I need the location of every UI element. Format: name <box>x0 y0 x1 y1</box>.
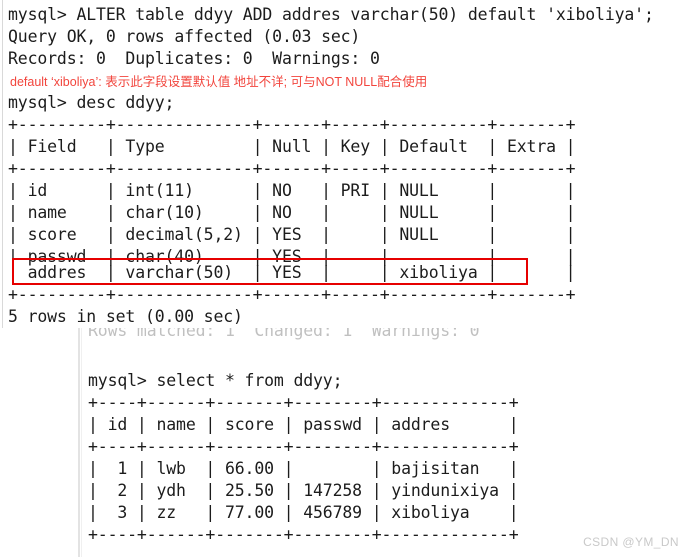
table-row: | score | decimal(5,2) | YES | | NULL | … <box>8 225 576 244</box>
csdn-watermark: CSDN @YM_DN <box>583 535 679 549</box>
table-header-row: | Field | Type | Null | Key | Default | … <box>8 137 576 156</box>
select-table-header-row: | id | name | score | passwd | addres | <box>88 415 519 434</box>
terminal-line-records: Records: 0 Duplicates: 0 Warnings: 0 <box>8 49 380 68</box>
annotation-default-value-note: default ‘xiboliya’: 表示此字段设置默认值 地址不详; 可与N… <box>10 75 428 89</box>
table-row: | 3 | zz | 77.00 | 456789 | xiboliya | <box>88 503 519 522</box>
table-row-addres: | addres | varchar(50) | YES | | xiboliy… <box>8 263 576 282</box>
select-table-border-top: +----+------+-------+--------+----------… <box>88 393 519 412</box>
terminal-line-alter-command: mysql> ALTER table ddyy ADD addres varch… <box>8 5 654 24</box>
mysql-console-lower[interactable]: Rows matched: 1 Changed: 1 Warnings: 0 m… <box>0 328 691 557</box>
lower-left-edge-rule-2 <box>81 328 82 557</box>
clipped-rows-matched-region: Rows matched: 1 Changed: 1 Warnings: 0 <box>80 328 691 342</box>
table-border-mid: +---------+--------------+------+-----+-… <box>8 159 576 178</box>
terminal-line-desc-command: mysql> desc ddyy; <box>8 93 175 112</box>
terminal-line-query-ok: Query OK, 0 rows affected (0.03 sec) <box>8 27 361 46</box>
table-row: | id | int(11) | NO | PRI | NULL | | <box>8 181 576 200</box>
lower-left-edge-rule <box>78 328 80 557</box>
terminal-line-rows-matched: Rows matched: 1 Changed: 1 Warnings: 0 <box>88 328 480 340</box>
table-row: | 2 | ydh | 25.50 | 147258 | yindunixiya… <box>88 481 519 500</box>
table-rowcount-footer: 5 rows in set (0.00 sec) <box>8 307 243 326</box>
table-row: | name | char(10) | NO | | NULL | | <box>8 203 576 222</box>
select-table-border-mid: +----+------+-------+--------+----------… <box>88 437 519 456</box>
table-border-bottom: +---------+--------------+------+-----+-… <box>8 285 576 304</box>
table-row: | 1 | lwb | 66.00 | | bajisitan | <box>88 459 519 478</box>
table-border-top: +---------+--------------+------+-----+-… <box>8 115 576 134</box>
terminal-line-select-command: mysql> select * from ddyy; <box>88 371 343 390</box>
select-table-border-bottom: +----+------+-------+--------+----------… <box>88 525 519 544</box>
upper-left-edge-rule <box>2 0 3 328</box>
mysql-console-upper[interactable]: mysql> ALTER table ddyy ADD addres varch… <box>0 0 691 328</box>
